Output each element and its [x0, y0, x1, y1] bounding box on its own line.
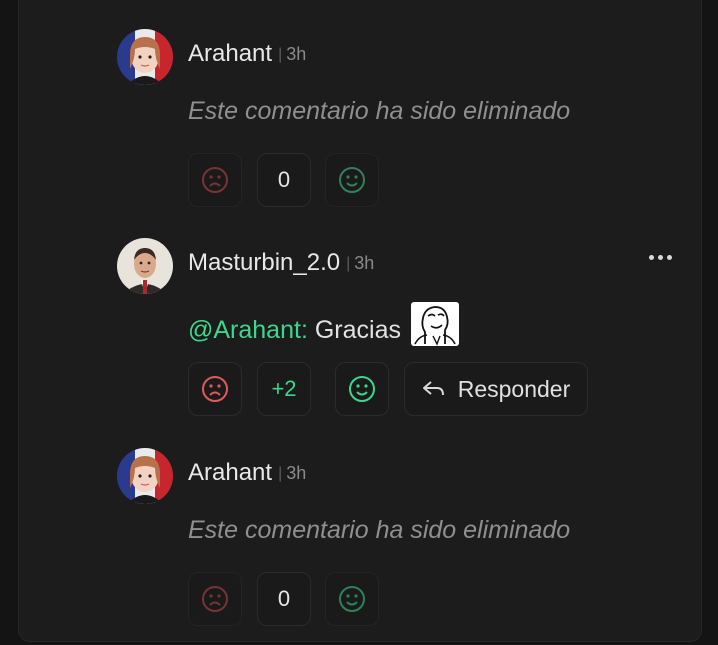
separator: |	[346, 255, 351, 272]
mention-link[interactable]: @Arahant:	[188, 316, 308, 344]
avatar[interactable]	[117, 448, 173, 504]
smile-face-icon	[339, 586, 365, 612]
timestamp: 3h	[354, 253, 375, 273]
upvote-button[interactable]	[325, 153, 379, 207]
avatar[interactable]	[117, 29, 173, 85]
author-name[interactable]: Arahant	[188, 459, 272, 486]
upvote-button[interactable]	[335, 362, 389, 416]
avatar[interactable]	[117, 238, 173, 294]
comment-text: Gracias	[314, 316, 401, 345]
downvote-button[interactable]	[188, 362, 242, 416]
author-name[interactable]: Arahant	[188, 40, 272, 67]
deleted-message: Este comentario ha sido eliminado	[188, 97, 571, 125]
smile-face-icon	[349, 376, 375, 402]
timestamp: 3h	[286, 463, 307, 483]
score-display: +2	[257, 362, 311, 416]
author-name[interactable]: Masturbin_2.0	[188, 249, 340, 276]
comment-header: Arahant | 3h	[188, 459, 306, 487]
score-display: 0	[257, 572, 311, 626]
score: 0	[277, 167, 291, 192]
smile-face-icon	[339, 167, 365, 193]
reply-label: Responder	[457, 375, 571, 402]
comment-header: Masturbin_2.0 | 3h	[188, 249, 374, 277]
comment-body: @Arahant: Gracias	[188, 302, 459, 357]
separator: |	[278, 465, 283, 482]
deleted-message: Este comentario ha sido eliminado	[188, 516, 571, 544]
comment-header: Arahant | 3h	[188, 40, 306, 68]
reply-button[interactable]: Responder	[404, 362, 588, 416]
timestamp: 3h	[286, 44, 307, 64]
sad-face-icon	[202, 167, 228, 193]
more-options-icon[interactable]	[649, 248, 675, 266]
downvote-button[interactable]	[188, 153, 242, 207]
downvote-button[interactable]	[188, 572, 242, 626]
upvote-button[interactable]	[325, 572, 379, 626]
separator: |	[278, 46, 283, 63]
score-display: 0	[257, 153, 311, 207]
sad-face-icon	[202, 586, 228, 612]
meme-face-emote	[410, 302, 459, 353]
reply-arrow-icon	[422, 381, 444, 396]
score: 0	[277, 586, 291, 611]
score: +2	[271, 376, 297, 401]
sad-face-icon	[202, 376, 228, 402]
